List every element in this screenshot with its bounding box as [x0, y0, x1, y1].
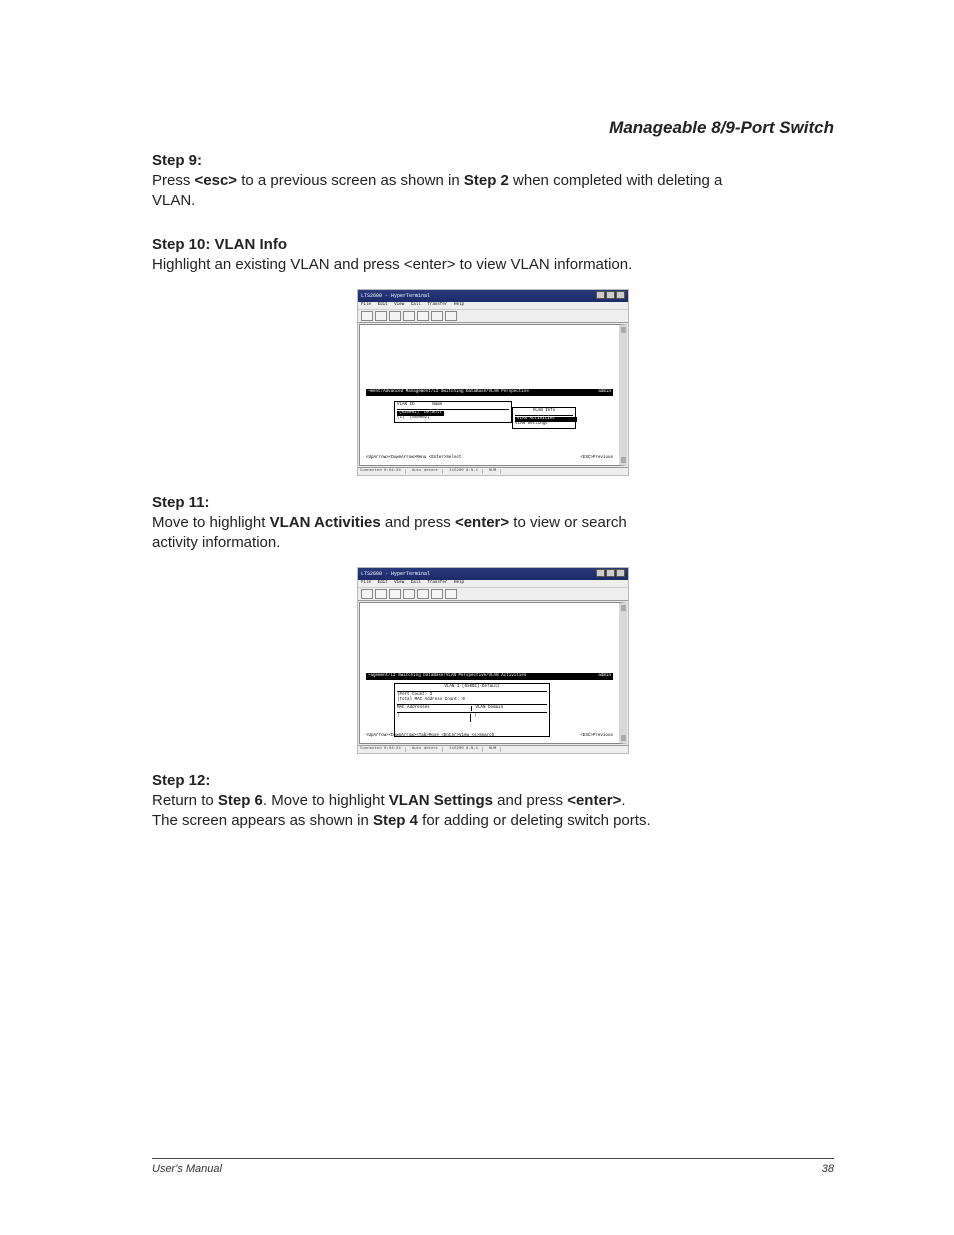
step-10-body: Highlight an existing VLAN and press <en… — [152, 255, 834, 275]
vlan-settings-label: VLAN Settings — [389, 792, 493, 809]
menu-item: Help — [454, 581, 464, 585]
step-ref: Step 6 — [218, 792, 263, 809]
status-bar: Connected 0:04:34 Auto detect 115200 8-N… — [358, 467, 628, 475]
text: VLAN. — [152, 192, 195, 209]
col-header: VLAN ID — [397, 403, 415, 407]
status-item: Auto detect — [412, 747, 443, 752]
mac-count: |Total MAC Address Count: 0 — [397, 698, 547, 703]
vlan-list-box: VLAN ID Name (0x0001) Default (1) (0x000… — [394, 401, 512, 423]
text: and press — [381, 514, 455, 531]
cell: Default — [424, 411, 442, 415]
text: when completed with deleting a — [509, 172, 722, 189]
app-title: LTS2600 - HyperTerminal — [361, 571, 430, 577]
terminal-screenshot-1: LTS2600 - HyperTerminal File Edit View C… — [357, 289, 629, 476]
scrollbar-thumb — [621, 605, 626, 611]
menu-item: View — [394, 581, 404, 585]
status-item: Connected 0:04:34 — [360, 469, 406, 474]
esc-key: <esc> — [195, 172, 238, 189]
step-12-body: Return to Step 6. Move to highlight VLAN… — [152, 791, 834, 832]
text: Press — [152, 172, 195, 189]
enter-key: <enter> — [567, 792, 621, 809]
key-hints: <UpArrow><DownArrow><Tab>Move <Enter>Vie… — [366, 734, 494, 739]
vlan-activities-label: VLAN Activities — [270, 514, 381, 531]
step-9-body: Press <esc> to a previous screen as show… — [152, 171, 834, 212]
scrollbar-thumb — [621, 735, 626, 741]
menu-item: Call — [411, 581, 421, 585]
step-12-heading: Step 12: — [152, 772, 834, 789]
window-titlebar: LTS2600 - HyperTerminal — [358, 568, 628, 580]
menu-item: Help — [454, 303, 464, 307]
footer-left: User's Manual — [152, 1163, 222, 1175]
help-bar: <UpArrow><DownArrow>Menu <Enter>Select <… — [366, 456, 613, 461]
text: for adding or deleting switch ports. — [418, 812, 651, 829]
window-toolbar — [358, 588, 628, 601]
box-title: VLAN 1 (0x001) Default — [397, 685, 547, 690]
page-header: Manageable 8/9-Port Switch — [152, 118, 834, 138]
key-hints: <UpArrow><DownArrow>Menu <Enter>Select — [366, 456, 462, 461]
menu-item: File — [361, 581, 371, 585]
vlan-info-panel: VLAN Info VLAN Activities VLAN Settings — [512, 407, 576, 429]
menu-item: View — [394, 303, 404, 307]
step-ref: Step 2 — [464, 172, 509, 189]
menu-item-settings: VLAN Settings — [515, 422, 573, 427]
text: . — [621, 792, 625, 809]
terminal-screenshot-2: LTS2600 - HyperTerminal File Edit View C… — [357, 567, 629, 754]
step-ref: Step 4 — [373, 812, 418, 829]
window-menubar: File Edit View Call Transfer Help — [358, 580, 628, 588]
menu-item: Edit — [378, 303, 388, 307]
text: The screen appears as shown in — [152, 812, 373, 829]
status-item: 115200 8-N-1 — [449, 469, 483, 474]
menu-item: File — [361, 303, 371, 307]
user-label: admin — [598, 390, 611, 395]
step-11-heading: Step 11: — [152, 494, 834, 511]
step-10-heading: Step 10: VLAN Info — [152, 236, 834, 253]
text: to a previous screen as shown in — [237, 172, 464, 189]
window-buttons — [595, 291, 625, 301]
col-domain: VLAN Domain — [472, 706, 548, 711]
window-buttons — [595, 569, 625, 579]
window-titlebar: LTS2600 - HyperTerminal — [358, 290, 628, 302]
text: activity information. — [152, 534, 280, 551]
status-item: Auto detect — [412, 469, 443, 474]
text: Return to — [152, 792, 218, 809]
menu-item: Edit — [378, 581, 388, 585]
enter-key: <enter> — [455, 514, 509, 531]
menu-item: Transfer — [427, 303, 447, 307]
status-item: NUM — [489, 469, 501, 474]
help-bar: <UpArrow><DownArrow><Tab>Move <Enter>Vie… — [366, 734, 613, 739]
window-toolbar — [358, 310, 628, 323]
text: and press — [493, 792, 567, 809]
col-header: Name — [432, 403, 442, 407]
col-mac: MAC Addresses — [397, 706, 472, 711]
scrollbar-thumb — [621, 327, 626, 333]
text: . Move to highlight — [263, 792, 389, 809]
window-menubar: File Edit View Call Transfer Help — [358, 302, 628, 310]
text: Move to highlight — [152, 514, 270, 531]
app-title: LTS2600 - HyperTerminal — [361, 293, 430, 299]
breadcrumb: ~ment/Advanced Management/L2 Switching D… — [368, 390, 529, 395]
esc-hint: <ESC>Previous — [580, 456, 613, 461]
step-11-body: Move to highlight VLAN Activities and pr… — [152, 513, 834, 554]
vlan-row: (1) (0x0002) — [397, 416, 509, 421]
page-footer: User's Manual 38 — [152, 1158, 834, 1175]
menu-item: Call — [411, 303, 421, 307]
page-number: 38 — [822, 1163, 834, 1175]
activities-box: VLAN 1 (0x001) Default |Port Count: 3 |T… — [394, 683, 550, 737]
status-item: Connected 0:04:34 — [360, 747, 406, 752]
scrollbar-thumb — [621, 457, 626, 463]
status-item: 115200 8-N-1 — [449, 747, 483, 752]
breadcrumb: ~agement/L2 Switching DataBase/VLAN Pers… — [368, 674, 526, 679]
status-item: NUM — [489, 747, 501, 752]
cell: (0x0002) — [410, 416, 430, 420]
menu-item: Transfer — [427, 581, 447, 585]
breadcrumb-bar: ~agement/L2 Switching DataBase/VLAN Pers… — [366, 673, 613, 680]
text: to view or search — [509, 514, 627, 531]
panel-title: VLAN Info — [515, 409, 573, 414]
user-label: admin — [598, 674, 611, 679]
status-bar: Connected 0:04:34 Auto detect 115200 8-N… — [358, 745, 628, 753]
step-9-heading: Step 9: — [152, 152, 834, 169]
esc-hint: <ESC>Previous — [580, 734, 613, 739]
breadcrumb-bar: ~ment/Advanced Management/L2 Switching D… — [366, 389, 613, 396]
cell: (0x0001) — [399, 411, 419, 415]
